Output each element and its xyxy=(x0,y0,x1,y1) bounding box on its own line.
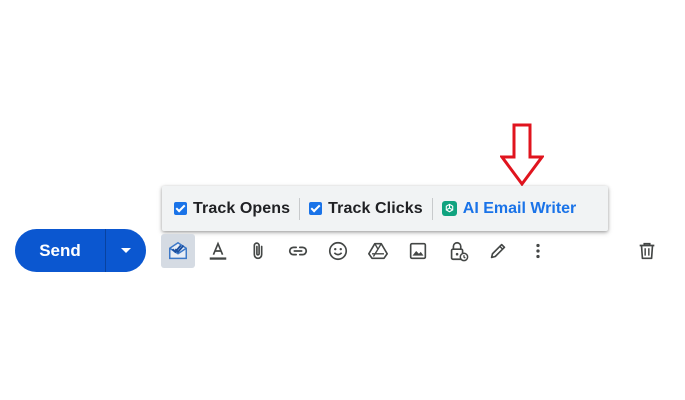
link-icon xyxy=(288,246,308,256)
insert-link-button[interactable] xyxy=(281,234,315,268)
formatting-options-button[interactable] xyxy=(201,234,235,268)
schedule-send-dropdown[interactable] xyxy=(106,229,146,272)
insert-signature-button[interactable] xyxy=(481,234,515,268)
insert-drive-file-button[interactable] xyxy=(361,234,395,268)
ai-email-writer-button[interactable]: AI Email Writer xyxy=(441,186,577,231)
track-opens-checkbox[interactable] xyxy=(174,202,187,215)
caret-down-icon xyxy=(121,248,131,253)
send-button[interactable]: Send xyxy=(15,229,105,272)
more-options-button[interactable] xyxy=(521,234,555,268)
mailtrack-icon xyxy=(169,241,187,260)
track-opens-toggle[interactable]: Track Opens xyxy=(174,186,290,231)
track-clicks-label: Track Clicks xyxy=(328,199,423,217)
emoji-icon xyxy=(328,241,348,261)
confidential-mode-icon xyxy=(450,241,469,262)
track-clicks-toggle[interactable]: Track Clicks xyxy=(309,186,423,231)
insert-emoji-button[interactable] xyxy=(321,234,355,268)
more-options-icon xyxy=(536,243,540,259)
confidential-mode-button[interactable] xyxy=(441,234,475,268)
insert-photo-button[interactable] xyxy=(401,234,435,268)
send-split-button: Send xyxy=(15,229,146,272)
signature-icon xyxy=(490,243,506,259)
separator xyxy=(431,197,433,220)
discard-draft-button[interactable] xyxy=(630,234,664,268)
track-clicks-checkbox[interactable] xyxy=(309,202,323,215)
delete-icon xyxy=(639,242,655,260)
text-format-icon xyxy=(209,241,227,260)
ai-email-writer-label: AI Email Writer xyxy=(462,199,577,217)
openai-icon xyxy=(441,201,457,216)
mailtrack-button[interactable] xyxy=(161,234,195,268)
separator xyxy=(299,197,301,220)
drive-icon xyxy=(368,242,388,260)
attach-files-button[interactable] xyxy=(241,234,275,268)
photo-icon xyxy=(409,242,427,260)
attachment-icon xyxy=(253,242,263,260)
annotation-arrow-icon xyxy=(500,123,544,187)
track-opens-label: Track Opens xyxy=(193,199,291,217)
extension-toolbar: Track Opens Track Clicks AI Email Writer xyxy=(162,186,608,231)
